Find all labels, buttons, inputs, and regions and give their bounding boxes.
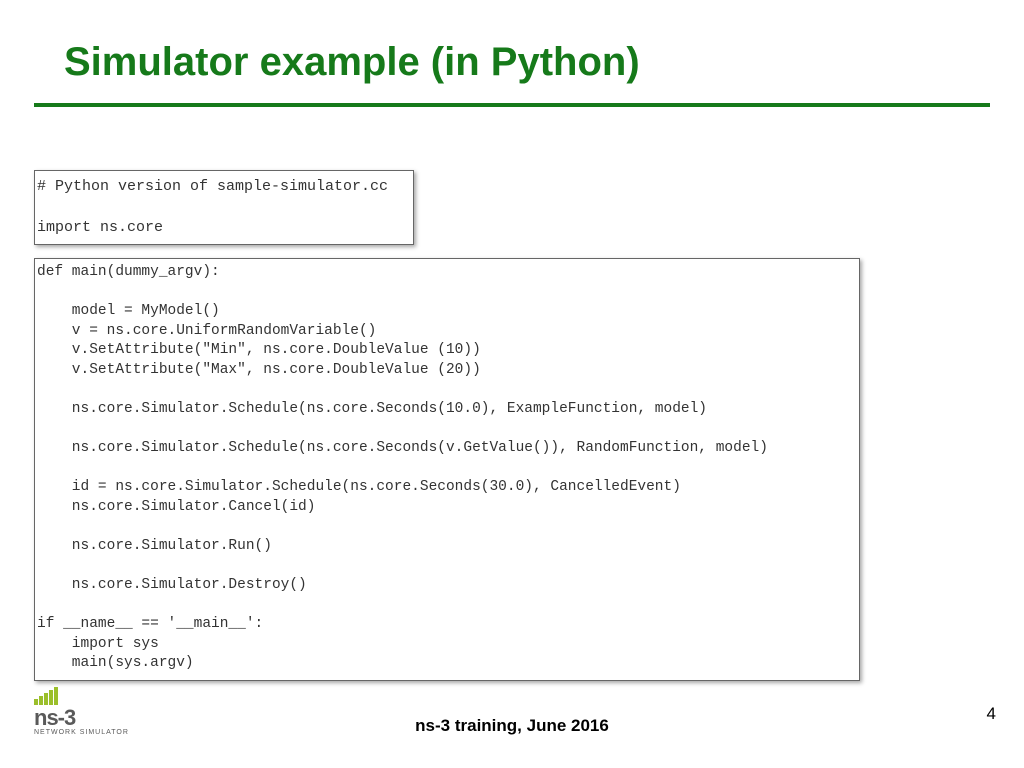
code-block-main: def main(dummy_argv): model = MyModel() …	[34, 258, 860, 681]
slide-title: Simulator example (in Python)	[0, 0, 1024, 95]
code-block-import: # Python version of sample-simulator.cc …	[34, 170, 414, 245]
footer-caption: ns-3 training, June 2016	[0, 716, 1024, 736]
logo-bars-icon	[34, 687, 59, 705]
footer: ns-3 NETWORK SIMULATOR ns-3 training, Ju…	[0, 704, 1024, 750]
title-rule	[34, 103, 990, 107]
slide: Simulator example (in Python) # Python v…	[0, 0, 1024, 768]
page-number: 4	[987, 704, 996, 724]
